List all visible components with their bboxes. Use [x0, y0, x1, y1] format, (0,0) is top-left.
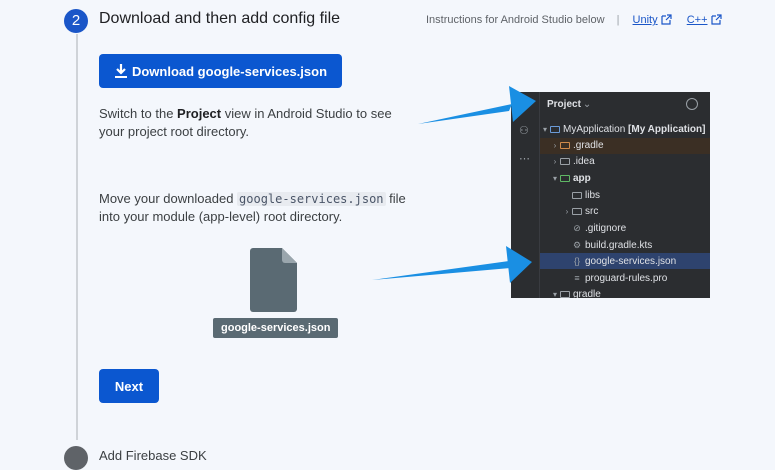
callout-arrows: [372, 86, 536, 283]
arrow-to-config-file: [372, 246, 532, 283]
arrow-to-project-view: [418, 86, 536, 124]
